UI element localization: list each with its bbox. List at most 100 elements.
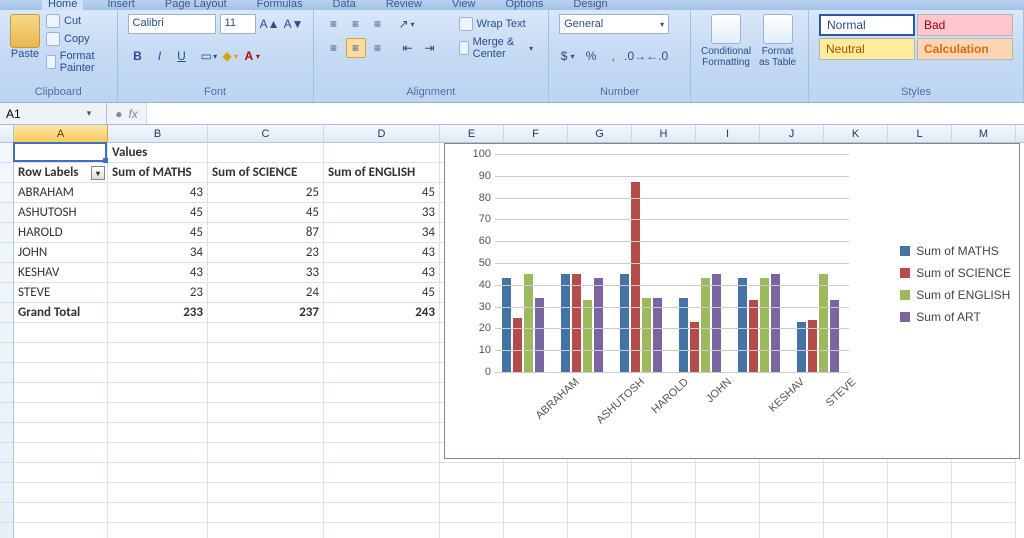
increase-font-button[interactable]: A▲ — [260, 14, 280, 34]
align-center-button[interactable]: ≡ — [346, 38, 366, 58]
cell[interactable]: Sum of ENGLISH — [324, 163, 440, 183]
row-header[interactable] — [0, 303, 14, 323]
cell[interactable] — [696, 463, 760, 483]
cell[interactable] — [952, 503, 1016, 523]
bar[interactable] — [760, 278, 769, 372]
cell[interactable] — [824, 483, 888, 503]
style-bad[interactable]: Bad — [917, 14, 1013, 36]
cell[interactable]: JOHN — [14, 243, 108, 263]
decrease-font-button[interactable]: A▼ — [284, 14, 304, 34]
cell[interactable]: Values — [108, 143, 208, 163]
formula-input[interactable] — [147, 103, 1024, 124]
cell[interactable]: 23 — [108, 283, 208, 303]
cell[interactable] — [108, 483, 208, 503]
cell[interactable] — [108, 383, 208, 403]
col-header-B[interactable]: B — [108, 125, 208, 142]
cell[interactable] — [208, 143, 324, 163]
cut-button[interactable]: Cut — [46, 14, 107, 28]
cell[interactable] — [632, 523, 696, 538]
col-header-G[interactable]: G — [568, 125, 632, 142]
cell[interactable] — [324, 423, 440, 443]
decrease-decimal-button[interactable]: ←.0 — [647, 46, 667, 66]
row-header[interactable] — [0, 363, 14, 383]
cell[interactable] — [208, 383, 324, 403]
cell[interactable] — [108, 403, 208, 423]
cell[interactable]: 45 — [208, 203, 324, 223]
row-header[interactable] — [0, 463, 14, 483]
cell[interactable]: 25 — [208, 183, 324, 203]
bar[interactable] — [679, 298, 688, 372]
cell[interactable]: KESHAV — [14, 263, 108, 283]
cell[interactable] — [208, 463, 324, 483]
cell[interactable] — [108, 323, 208, 343]
row-header[interactable] — [0, 443, 14, 463]
col-header-I[interactable]: I — [696, 125, 760, 142]
cell[interactable] — [568, 483, 632, 503]
cell[interactable] — [108, 363, 208, 383]
cell[interactable]: 43 — [108, 183, 208, 203]
align-right-button[interactable]: ≡ — [368, 38, 388, 58]
cell[interactable] — [504, 483, 568, 503]
row-header[interactable] — [0, 143, 14, 163]
bar[interactable] — [738, 278, 747, 372]
cell[interactable]: 45 — [324, 183, 440, 203]
cell[interactable] — [504, 523, 568, 538]
cell[interactable] — [824, 523, 888, 538]
fill-color-button[interactable]: ◆▾ — [222, 46, 242, 66]
tab-home[interactable]: Home — [42, 0, 83, 10]
bar[interactable] — [502, 278, 511, 372]
cell[interactable] — [208, 443, 324, 463]
cell[interactable]: Grand Total — [14, 303, 108, 323]
cell[interactable] — [14, 503, 108, 523]
cell[interactable] — [324, 503, 440, 523]
cell[interactable] — [568, 503, 632, 523]
bar[interactable] — [642, 298, 651, 372]
legend-item[interactable]: Sum of MATHS — [900, 240, 1011, 262]
orientation-button[interactable]: ↗▾ — [398, 14, 418, 34]
bar[interactable] — [771, 274, 780, 372]
bar[interactable] — [819, 274, 828, 372]
tab-data[interactable]: Data — [326, 0, 361, 10]
bar[interactable] — [690, 322, 699, 372]
tab-insert[interactable]: Insert — [101, 0, 141, 10]
cell[interactable]: 237 — [208, 303, 324, 323]
cell[interactable] — [108, 443, 208, 463]
cell[interactable]: ABRAHAM — [14, 183, 108, 203]
cell[interactable] — [440, 503, 504, 523]
align-bottom-button[interactable]: ≡ — [368, 14, 388, 34]
font-size-select[interactable]: 11 — [220, 14, 256, 34]
cell[interactable] — [14, 483, 108, 503]
cell[interactable] — [14, 343, 108, 363]
cell[interactable] — [208, 343, 324, 363]
format-painter-button[interactable]: Format Painter — [46, 50, 107, 74]
cell[interactable]: HAROLD — [14, 223, 108, 243]
cell[interactable]: 24 — [208, 283, 324, 303]
col-header-C[interactable]: C — [208, 125, 324, 142]
style-neutral[interactable]: Neutral — [819, 38, 915, 60]
bar[interactable] — [524, 274, 533, 372]
align-top-button[interactable]: ≡ — [324, 14, 344, 34]
row-header[interactable] — [0, 343, 14, 363]
bar[interactable] — [535, 298, 544, 372]
cell[interactable] — [696, 503, 760, 523]
cell[interactable]: 87 — [208, 223, 324, 243]
cell[interactable] — [824, 503, 888, 523]
underline-button[interactable]: U — [172, 46, 192, 66]
bar[interactable] — [572, 274, 581, 372]
legend-item[interactable]: Sum of SCIENCE — [900, 262, 1011, 284]
cell[interactable] — [888, 503, 952, 523]
bar[interactable] — [712, 274, 721, 372]
cell[interactable] — [14, 463, 108, 483]
worksheet[interactable]: ABCDEFGHIJKLM ValuesRow Labels▾Sum of MA… — [0, 125, 1024, 538]
cell[interactable] — [324, 363, 440, 383]
cell[interactable] — [952, 463, 1016, 483]
row-header[interactable] — [0, 323, 14, 343]
comma-format-button[interactable]: , — [603, 46, 623, 66]
border-button[interactable]: ▭▾ — [200, 46, 220, 66]
cell[interactable] — [760, 503, 824, 523]
cell[interactable] — [324, 343, 440, 363]
cell[interactable] — [324, 443, 440, 463]
cell[interactable] — [952, 483, 1016, 503]
cell[interactable] — [952, 523, 1016, 538]
col-header-A[interactable]: A — [14, 125, 108, 142]
